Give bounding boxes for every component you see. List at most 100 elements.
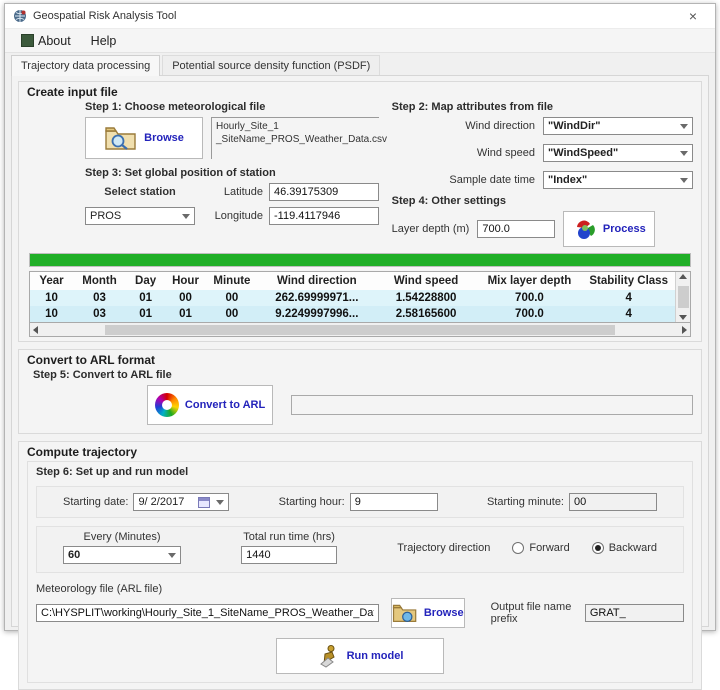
output-prefix-field[interactable]: GRAT_	[585, 604, 684, 622]
weather-data-table-wrap: Year Month Day Hour Minute Wind directio…	[29, 271, 691, 323]
sample-date-time-select[interactable]: "Index"	[543, 171, 693, 189]
browse-label: Browse	[144, 132, 184, 144]
close-button[interactable]: ×	[679, 5, 707, 27]
scroll-down-icon[interactable]	[679, 315, 687, 320]
starting-minute-field[interactable]: 00	[569, 493, 657, 511]
file-name-line2: _SiteName_PROS_Weather_Data.csv	[216, 133, 375, 146]
longitude-label: Longitude	[201, 210, 263, 222]
convert-arl-title: Convert to ARL format	[27, 353, 693, 367]
vertical-scroll-thumb[interactable]	[678, 286, 689, 308]
station-select[interactable]: PROS	[85, 207, 195, 225]
table-vertical-scrollbar[interactable]	[675, 272, 690, 322]
step5-title: Step 5: Convert to ARL file	[33, 369, 693, 381]
wind-speed-select[interactable]: "WindSpeed"	[543, 144, 693, 162]
step6-title: Step 6: Set up and run model	[36, 466, 684, 478]
starting-date-label: Starting date:	[63, 496, 128, 508]
process-progress-bar	[29, 253, 691, 267]
runner-icon	[317, 644, 341, 668]
latitude-label: Latitude	[201, 186, 263, 198]
backward-radio[interactable]: Backward	[592, 542, 657, 554]
chevron-down-icon	[182, 214, 190, 219]
every-minutes-label: Every (Minutes)	[63, 531, 181, 543]
table-row[interactable]: 10 03 01 01 00 9.2249997996... 2.5816560…	[30, 306, 675, 322]
starting-minute-label: Starting minute:	[487, 496, 564, 508]
step3-title: Step 3: Set global position of station	[85, 167, 382, 179]
table-row[interactable]: 10 03 01 00 00 262.69999971... 1.5422880…	[30, 290, 675, 306]
run-model-label: Run model	[347, 650, 404, 662]
browse-meteorological-file-button[interactable]: Browse	[85, 117, 203, 159]
wind-speed-label: Wind speed	[477, 147, 535, 159]
table-header-row: Year Month Day Hour Minute Wind directio…	[30, 272, 675, 290]
trajectory-direction-label: Trajectory direction	[397, 542, 490, 554]
tab-trajectory-data-processing[interactable]: Trajectory data processing	[11, 55, 160, 76]
starting-date-picker[interactable]: 9/ 2/2017	[133, 493, 229, 511]
convert-arl-group: Convert to ARL format Step 5: Convert to…	[18, 349, 702, 434]
wind-direction-select[interactable]: "WindDir"	[543, 117, 693, 135]
file-name-line1: Hourly_Site_1	[216, 120, 375, 133]
convert-to-arl-button[interactable]: Convert to ARL	[147, 385, 273, 425]
tab-strip: Trajectory data processing Potential sou…	[5, 53, 715, 75]
step2-title: Step 2: Map attributes from file	[392, 101, 693, 113]
tab-psdf[interactable]: Potential source density function (PSDF)	[162, 55, 380, 75]
output-prefix-label: Output file name prefix	[491, 601, 573, 625]
weather-data-table: Year Month Day Hour Minute Wind directio…	[30, 272, 675, 322]
chevron-down-icon	[680, 124, 688, 129]
menu-about[interactable]: About	[13, 32, 79, 50]
chevron-down-icon	[680, 151, 688, 156]
met-file-row: Meteorology file (ARL file) Browse Outpu…	[36, 583, 684, 628]
total-run-time-label: Total run time (hrs)	[241, 531, 337, 543]
window-title: Geospatial Risk Analysis Tool	[33, 10, 673, 22]
about-icon	[21, 34, 34, 47]
chevron-down-icon	[680, 178, 688, 183]
latitude-field[interactable]: 46.39175309	[269, 183, 379, 201]
rainbow-ring-icon	[155, 393, 179, 417]
layer-depth-field[interactable]: 700.0	[477, 220, 555, 238]
calendar-icon	[198, 497, 210, 508]
app-icon	[13, 9, 27, 23]
process-label: Process	[603, 223, 646, 235]
scroll-right-icon[interactable]	[682, 326, 687, 334]
forward-radio[interactable]: Forward	[512, 542, 569, 554]
scroll-left-icon[interactable]	[33, 326, 38, 334]
menu-bar: About Help	[5, 29, 715, 53]
folder-search-icon	[104, 125, 138, 151]
step1-title: Step 1: Choose meteorological file	[85, 101, 382, 113]
longitude-field[interactable]: -119.4117946	[269, 207, 379, 225]
process-pinwheel-icon	[573, 217, 597, 241]
chevron-down-icon	[216, 500, 224, 505]
chosen-file-display: Hourly_Site_1 _SiteName_PROS_Weather_Dat…	[211, 117, 379, 159]
total-run-time-field[interactable]: 1440	[241, 546, 337, 564]
tab-page: Create input file Step 1: Choose meteoro…	[11, 75, 709, 627]
every-minutes-select[interactable]: 60	[63, 546, 181, 564]
run-settings-panel: Every (Minutes) 60 Total run time (hrs) …	[36, 526, 684, 573]
chevron-down-icon	[168, 553, 176, 558]
layer-depth-label: Layer depth (m)	[392, 223, 470, 235]
browse-arl-file-button[interactable]: Browse	[391, 598, 465, 628]
browse-arl-label: Browse	[424, 607, 464, 619]
menu-help[interactable]: Help	[83, 32, 125, 50]
start-settings-panel: Starting date: 9/ 2/2017 Starting hour: …	[36, 486, 684, 518]
create-input-title: Create input file	[27, 85, 693, 99]
title-bar: Geospatial Risk Analysis Tool ×	[5, 4, 715, 29]
step6-group: Step 6: Set up and run model Starting da…	[27, 461, 693, 683]
process-progress-fill	[30, 254, 690, 266]
sample-date-time-label: Sample date time	[449, 174, 535, 186]
step4-title: Step 4: Other settings	[392, 195, 693, 207]
compute-trajectory-group: Compute trajectory Step 6: Set up and ru…	[18, 441, 702, 690]
radio-checked-icon	[592, 542, 604, 554]
scroll-up-icon[interactable]	[679, 274, 687, 279]
starting-hour-label: Starting hour:	[279, 496, 345, 508]
folder-open-icon	[392, 603, 418, 623]
app-window: Geospatial Risk Analysis Tool × About He…	[4, 3, 716, 631]
horizontal-scroll-thumb[interactable]	[105, 325, 615, 335]
met-file-label: Meteorology file (ARL file)	[36, 583, 684, 595]
create-input-group: Create input file Step 1: Choose meteoro…	[18, 81, 702, 342]
table-horizontal-scrollbar[interactable]	[29, 323, 691, 337]
compute-trajectory-title: Compute trajectory	[27, 445, 693, 459]
convert-to-arl-label: Convert to ARL	[185, 399, 265, 411]
select-station-label: Select station	[85, 186, 195, 198]
met-file-input[interactable]	[36, 604, 379, 622]
starting-hour-field[interactable]: 9	[350, 493, 438, 511]
process-button[interactable]: Process	[563, 211, 655, 247]
run-model-button[interactable]: Run model	[276, 638, 444, 674]
